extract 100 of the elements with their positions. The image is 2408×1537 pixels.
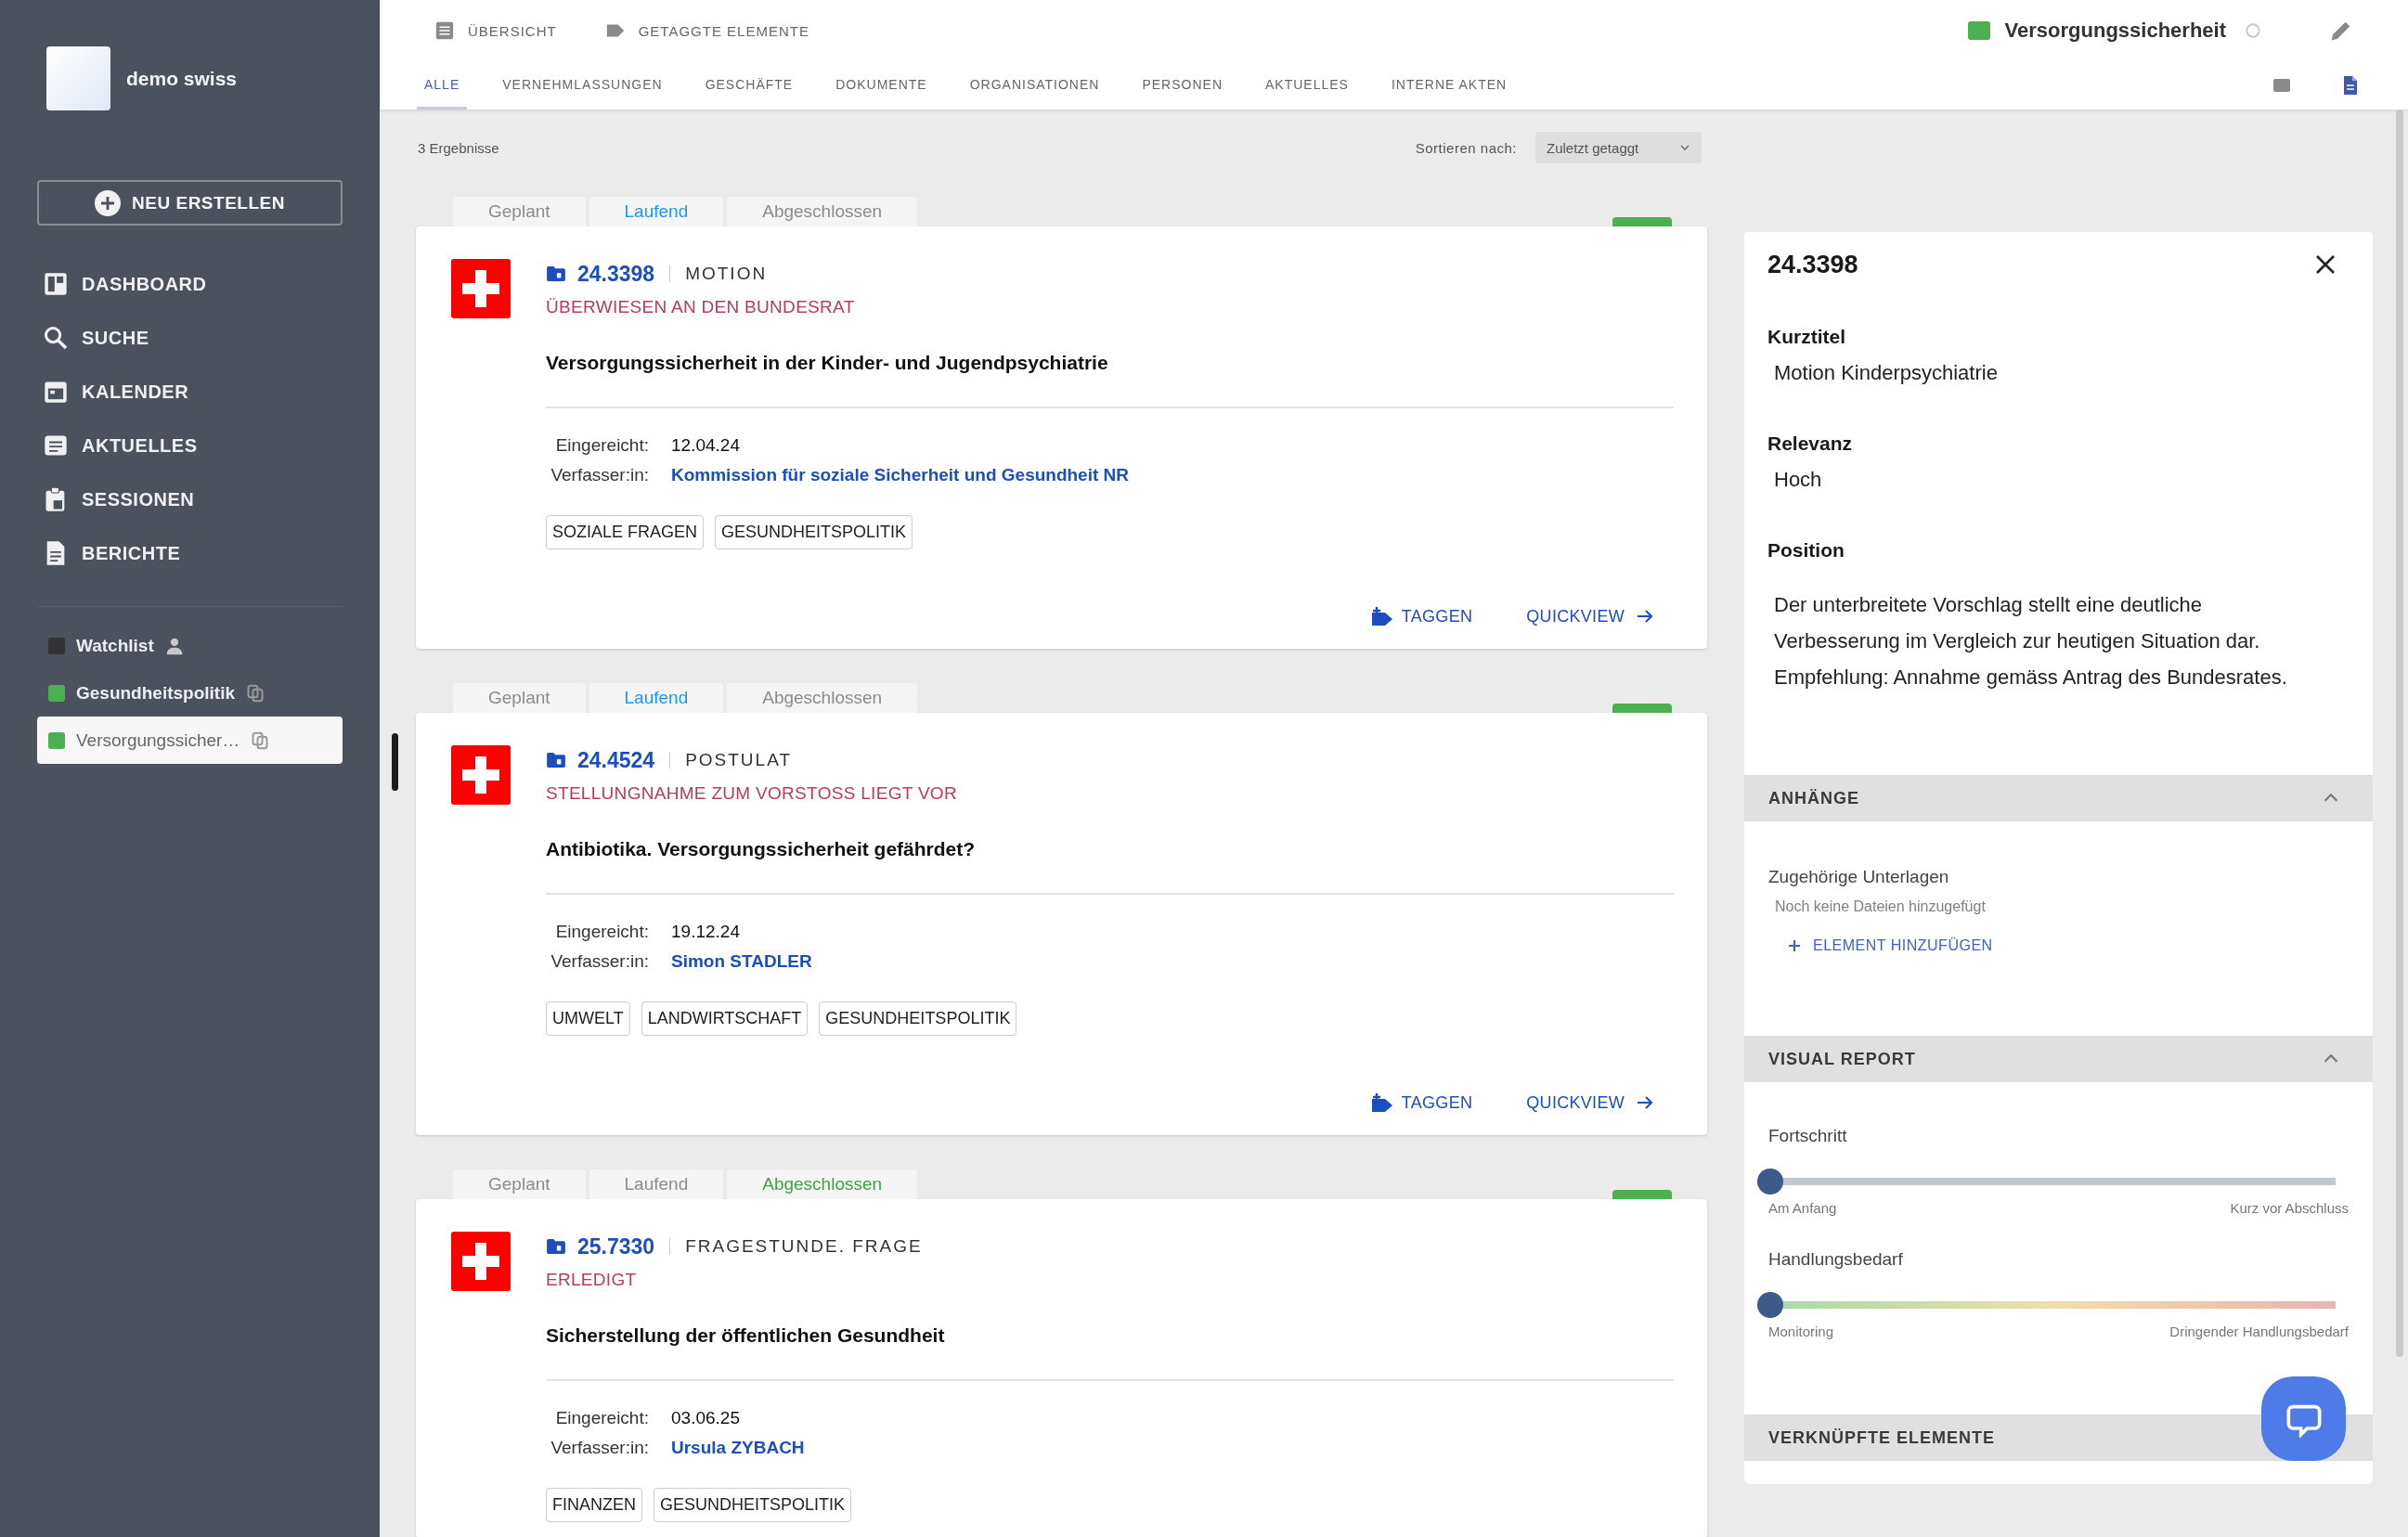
- tag-chip[interactable]: UMWELT: [546, 1001, 630, 1036]
- copy-icon: [246, 683, 265, 703]
- circle-icon: [2245, 22, 2261, 39]
- caret-icon: [1679, 142, 1690, 153]
- date-value: 03.06.25: [671, 1407, 741, 1429]
- avatar-image: [46, 46, 110, 110]
- item-number[interactable]: 24.4524: [577, 747, 655, 773]
- item-type: FRAGESTUNDE. FRAGE: [685, 1236, 923, 1257]
- item-title: Antibiotika. Versorgungssicherheit gefährdet?: [546, 837, 977, 861]
- category-tab[interactable]: INTERNE AKTEN: [1383, 61, 1515, 110]
- field-label: Verfasser:in:: [550, 464, 649, 486]
- top-nav-link[interactable]: ÜBERSICHT: [434, 20, 557, 41]
- scrollbar[interactable]: [2396, 110, 2403, 1357]
- tag-button[interactable]: TAGGEN: [1369, 1086, 1473, 1119]
- copy-icon: [251, 730, 270, 750]
- field-label: Eingereicht:: [554, 434, 649, 457]
- nav-item[interactable]: BERICHTE: [0, 526, 380, 580]
- tag-chip[interactable]: SOZIALE FRAGEN: [546, 515, 705, 549]
- add-button[interactable]: ELEMENT HINZUFÜGEN: [1789, 937, 1993, 954]
- detail-label: Position: [1767, 538, 1845, 562]
- category-tab[interactable]: PERSONEN: [1134, 61, 1230, 110]
- section-header[interactable]: VISUAL REPORT: [1744, 1036, 2373, 1082]
- section-title: VERKNÜPFTE ELEMENTE: [1768, 1427, 1996, 1448]
- folder-icon: [546, 752, 566, 768]
- item-status: ERLEDIGT: [546, 1269, 638, 1291]
- person-icon: [164, 636, 184, 655]
- quickview-button[interactable]: QUICKVIEW: [1526, 600, 1654, 633]
- item-status: ÜBERWIESEN AN DEN BUNDESRAT: [546, 296, 856, 318]
- item-number[interactable]: 24.3398: [577, 261, 655, 287]
- field-label: Verfasser:in:: [550, 950, 649, 973]
- field-label: Eingereicht:: [554, 921, 649, 943]
- swiss-flag-icon: [451, 1232, 511, 1291]
- category-tab[interactable]: VERNEHMLASSUNGEN: [495, 61, 670, 110]
- tag-chip[interactable]: GESUNDHEITSPOLITIK: [819, 1001, 1017, 1036]
- category-tab[interactable]: GESCHÄFTE: [697, 61, 801, 110]
- list-item[interactable]: Gesundheitspolitik: [37, 669, 343, 717]
- date-value: 19.12.24: [671, 921, 741, 943]
- nav-item[interactable]: DASHBOARD: [0, 257, 380, 311]
- slider-max-label: Kurz vor Abschluss: [2230, 1200, 2349, 1216]
- author-link[interactable]: Ursula ZYBACH: [671, 1433, 805, 1463]
- section-title: VISUAL REPORT: [1768, 1049, 1916, 1069]
- user-name: demo swiss: [126, 67, 238, 90]
- section-header[interactable]: ANHÄNGE: [1744, 775, 2373, 821]
- category-tab[interactable]: AKTUELLES: [1258, 61, 1356, 110]
- slider-min-label: Am Anfang: [1768, 1200, 1837, 1216]
- sort-dropdown[interactable]: Zuletzt getaggt: [1535, 132, 1702, 163]
- category-tab[interactable]: ALLE: [417, 61, 468, 110]
- status-marker: [1612, 1190, 1672, 1199]
- date-value: 12.04.24: [671, 434, 741, 457]
- result-count: 3 Ergebnisse: [418, 139, 499, 156]
- nav-item[interactable]: AKTUELLES: [0, 419, 380, 472]
- top-nav-link[interactable]: GETAGGTE ELEMENTE: [604, 20, 809, 41]
- detail-paragraph: Der unterbreitete Vorschlag stellt eine deutliche Verbesserung im Vergleich zur heutigen Situation dar. Empfehlung: Annahme gemäss Antrag des Bundesrates.: [1773, 592, 2288, 691]
- plus-icon: [1789, 940, 1800, 951]
- plus-circle-icon: [95, 189, 122, 216]
- list-item[interactable]: Watchlist: [37, 622, 343, 669]
- status-marker: [1612, 217, 1672, 226]
- detail-label: Relevanz: [1767, 432, 1854, 456]
- nav-item[interactable]: SUCHE: [0, 311, 380, 365]
- list-icon: [434, 20, 455, 41]
- create-button[interactable]: NEU ERSTELLEN: [37, 180, 343, 226]
- nav-item[interactable]: KALENDER: [0, 365, 380, 419]
- section-title: ANHÄNGE: [1768, 788, 1859, 808]
- tag-chip[interactable]: GESUNDHEITSPOLITIK: [654, 1488, 852, 1522]
- item-number[interactable]: 25.7330: [577, 1233, 655, 1259]
- status-marker: [1612, 704, 1672, 713]
- item-type: POSTULAT: [685, 750, 793, 770]
- swiss-flag-icon: [451, 259, 511, 318]
- category-tab[interactable]: DOKUMENTE: [828, 61, 935, 110]
- quickview-button[interactable]: QUICKVIEW: [1526, 1086, 1654, 1119]
- item-title: Versorgungssicherheit in der Kinder- und Jugendpsychiatrie: [546, 351, 1109, 375]
- tag-button[interactable]: TAGGEN: [1369, 600, 1473, 633]
- slider-label: Fortschritt: [1768, 1125, 1848, 1147]
- author-link[interactable]: Simon STADLER: [671, 947, 812, 976]
- slider-thumb[interactable]: [1757, 1292, 1783, 1318]
- sort-label: Sortieren nach:: [1415, 139, 1517, 156]
- item-status: STELLUNGNAHME ZUM VORSTOSS LIEGT VOR: [546, 782, 958, 805]
- author-link[interactable]: Kommission für soziale Sicherheit und Gesundheit NR: [671, 460, 1130, 490]
- drag-handle[interactable]: [392, 733, 398, 791]
- folder-icon: [546, 1238, 566, 1255]
- field-label: Eingereicht:: [554, 1407, 649, 1429]
- tag-chip[interactable]: GESUNDHEITSPOLITIK: [715, 515, 913, 549]
- tag-chip[interactable]: LANDWIRTSCHAFT: [641, 1001, 809, 1036]
- tag-plus-icon: [1369, 1093, 1394, 1112]
- detail-label: Kurztitel: [1767, 325, 1846, 349]
- detail-value: Hoch: [1773, 467, 1823, 493]
- item-title: Sicherstellung der öffentlichen Gesundheit: [546, 1324, 946, 1348]
- section-heading: Zugehörige Unterlagen: [1768, 866, 1950, 888]
- slider-min-label: Monitoring: [1768, 1324, 1834, 1339]
- close-icon[interactable]: [2314, 253, 2337, 276]
- field-label: Verfasser:in:: [550, 1437, 649, 1459]
- list-item[interactable]: Versorgungssicher…: [37, 717, 343, 764]
- nav-item[interactable]: SESSIONEN: [0, 472, 380, 526]
- swiss-flag-icon: [451, 745, 511, 805]
- tag-chip[interactable]: FINANZEN: [546, 1488, 642, 1522]
- list-title: Versorgungssicherheit: [2004, 19, 2226, 43]
- category-tab[interactable]: ORGANISATIONEN: [962, 61, 1107, 110]
- empty-text: Noch keine Dateien hinzugefügt: [1774, 898, 1987, 915]
- item-type: MOTION: [685, 264, 768, 284]
- slider-thumb[interactable]: [1757, 1169, 1783, 1195]
